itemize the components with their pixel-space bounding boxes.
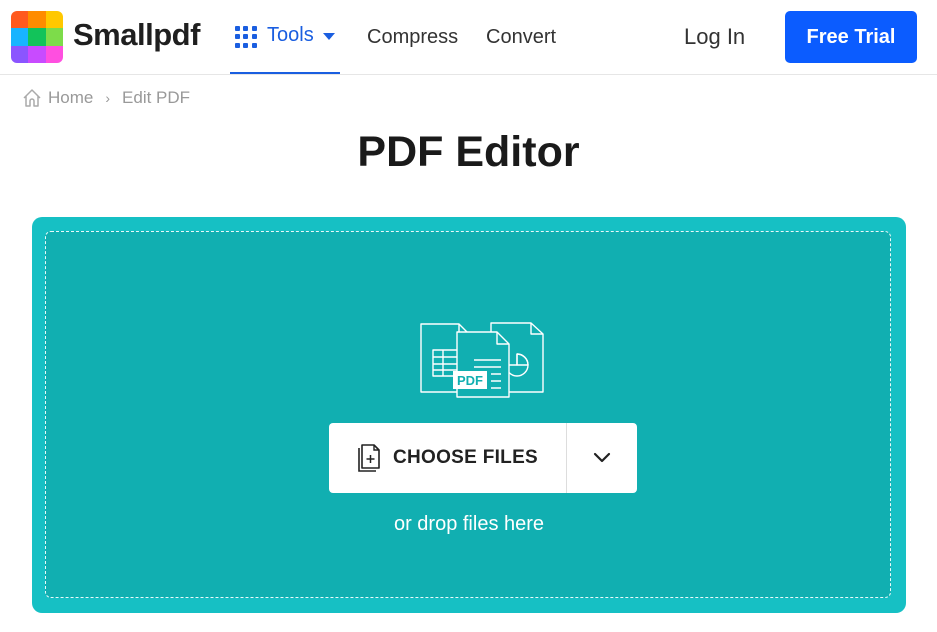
brand-name[interactable]: Smallpdf [73, 17, 200, 53]
caret-down-icon [323, 33, 335, 40]
breadcrumb: Home › Edit PDF [22, 88, 190, 108]
choose-files-control: CHOOSE FILES [329, 423, 637, 493]
breadcrumb-separator: › [105, 90, 111, 106]
logo-tile [28, 28, 46, 46]
logo-tile [45, 28, 63, 46]
nav-compress-link[interactable]: Compress [367, 26, 458, 49]
apps-grid-icon [235, 26, 257, 48]
top-navigation: Smallpdf Tools Compress Convert Log In F… [0, 0, 937, 75]
nav-tools-label: Tools [267, 24, 314, 46]
document-files-icon: PDF [420, 322, 544, 398]
home-icon[interactable] [22, 88, 42, 108]
logo-tile [45, 11, 63, 29]
smallpdf-logo-icon[interactable] [11, 11, 63, 63]
dropzone-dashed-area[interactable]: PDF CHOOSE FILES or drop files here [45, 231, 891, 598]
logo-tile [28, 11, 46, 29]
chevron-down-icon [593, 452, 611, 463]
page-title: PDF Editor [357, 128, 580, 176]
login-link[interactable]: Log In [684, 24, 745, 50]
free-trial-button[interactable]: Free Trial [785, 11, 917, 63]
file-dropzone[interactable]: PDF CHOOSE FILES or drop files here [32, 217, 906, 613]
logo-tile [11, 45, 29, 63]
choose-files-button[interactable]: CHOOSE FILES [329, 423, 567, 493]
nav-convert-link[interactable]: Convert [486, 26, 556, 49]
breadcrumb-current: Edit PDF [122, 88, 191, 107]
logo-tile [11, 28, 29, 46]
logo-tile [11, 11, 29, 29]
nav-tools-menu[interactable]: Tools [230, 0, 340, 74]
choose-files-dropdown-button[interactable] [567, 423, 637, 493]
logo-tile [28, 45, 46, 63]
add-file-icon [358, 444, 380, 472]
drop-hint: or drop files here [393, 513, 545, 535]
breadcrumb-home-link[interactable]: Home [48, 88, 93, 108]
logo-tile [45, 45, 63, 63]
pdf-badge-text: PDF [457, 373, 483, 388]
choose-files-label: CHOOSE FILES [392, 447, 539, 468]
